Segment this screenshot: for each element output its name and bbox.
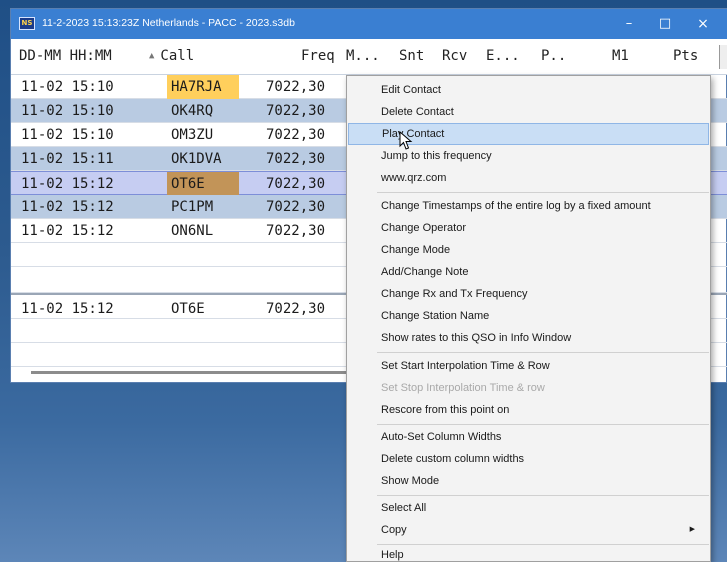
header-scroll-edge [719,45,727,69]
menu-item-delete-custom-column-widths[interactable]: Delete custom column widths [348,448,709,470]
cell-call: PC1PM [171,199,214,215]
cell-datetime: 11-02 15:10 [21,103,114,119]
menu-item-delete-contact[interactable]: Delete Contact [348,101,709,123]
menu-item-show-rates[interactable]: Show rates to this QSO in Info Window [348,327,709,349]
menu-item-show-mode[interactable]: Show Mode [348,470,709,492]
cell-call: OK4RQ [171,103,214,119]
menu-item-auto-set-column-widths[interactable]: Auto-Set Column Widths [348,426,709,448]
app-icon: NS [19,17,35,30]
menu-separator [377,192,709,193]
menu-separator [377,352,709,353]
window-title: 11-2-2023 15:13:23Z Netherlands - PACC -… [42,17,295,29]
menu-item-copy[interactable]: Copy ▶ [348,519,709,541]
col-m1[interactable]: M1 [612,48,629,64]
cell-freq: 7022,30 [266,223,326,239]
cell-call: OK1DVA [171,151,222,167]
cell-freq: 7022,30 [266,151,326,167]
cell-freq: 7022,30 [266,176,326,192]
cell-datetime: 11-02 15:12 [21,301,114,317]
col-mode[interactable]: M... [346,48,380,64]
cell-datetime: 11-02 15:11 [21,151,114,167]
close-button[interactable]: × [685,9,721,39]
cell-datetime: 11-02 15:12 [21,223,114,239]
col-freq[interactable]: Freq [301,48,335,64]
menu-item-qrz-com[interactable]: www.qrz.com [348,167,709,189]
menu-item-change-timestamps[interactable]: Change Timestamps of the entire log by a… [348,195,709,217]
cell-call: ON6NL [171,223,214,239]
cell-freq: 7022,30 [266,301,326,317]
menu-item-change-mode[interactable]: Change Mode [348,239,709,261]
maximize-button[interactable]: □ [647,9,683,39]
col-date-time[interactable]: DD-MM HH:MM [19,48,112,64]
col-e[interactable]: E... [486,48,520,64]
col-call[interactable]: ▲ Call [149,48,194,64]
cell-call: OM3ZU [171,127,214,143]
menu-item-add-change-note[interactable]: Add/Change Note [348,261,709,283]
menu-separator [377,495,709,496]
menu-item-set-stop-interpolation: Set Stop Interpolation Time & row [381,382,545,394]
menu-separator [377,424,709,425]
menu-item-select-all[interactable]: Select All [348,497,709,519]
cell-call: OT6E [167,172,239,196]
cell-datetime: 11-02 15:12 [21,199,114,215]
menu-item-change-station-name[interactable]: Change Station Name [348,305,709,327]
cell-freq: 7022,30 [266,127,326,143]
col-call-label: Call [160,48,195,64]
cell-call: HA7RJA [167,75,239,99]
menu-item-edit-contact[interactable]: Edit Contact [348,79,709,101]
cell-freq: 7022,30 [266,103,326,119]
menu-item-rescore[interactable]: Rescore from this point on [348,399,709,421]
title-bar[interactable]: NS 11-2-2023 15:13:23Z Netherlands - PAC… [11,9,727,39]
horizontal-scrollbar[interactable] [31,371,361,374]
menu-item-change-operator[interactable]: Change Operator [348,217,709,239]
cell-datetime: 11-02 15:10 [21,127,114,143]
minimize-button[interactable]: – [611,9,647,39]
menu-item-set-start-interpolation[interactable]: Set Start Interpolation Time & Row [348,355,709,377]
col-snt[interactable]: Snt [399,48,424,64]
cell-call: OT6E [171,301,205,317]
submenu-arrow-icon: ▶ [689,526,695,533]
col-rcv[interactable]: Rcv [442,48,467,64]
col-pts[interactable]: Pts [673,48,698,64]
sort-ascending-icon: ▲ [149,51,155,61]
cell-freq: 7022,30 [266,199,326,215]
col-p[interactable]: P.. [541,48,566,64]
menu-item-help[interactable]: Help [348,544,709,562]
cell-freq: 7022,30 [266,79,326,95]
column-header: DD-MM HH:MM ▲ Call Freq M... Snt Rcv E...… [11,39,727,75]
menu-item-copy-label: Copy [381,524,407,536]
cell-datetime: 11-02 15:10 [21,79,114,95]
mouse-cursor-icon [399,131,413,150]
cell-datetime: 11-02 15:12 [21,176,114,192]
menu-item-change-rx-tx-frequency[interactable]: Change Rx and Tx Frequency [348,283,709,305]
